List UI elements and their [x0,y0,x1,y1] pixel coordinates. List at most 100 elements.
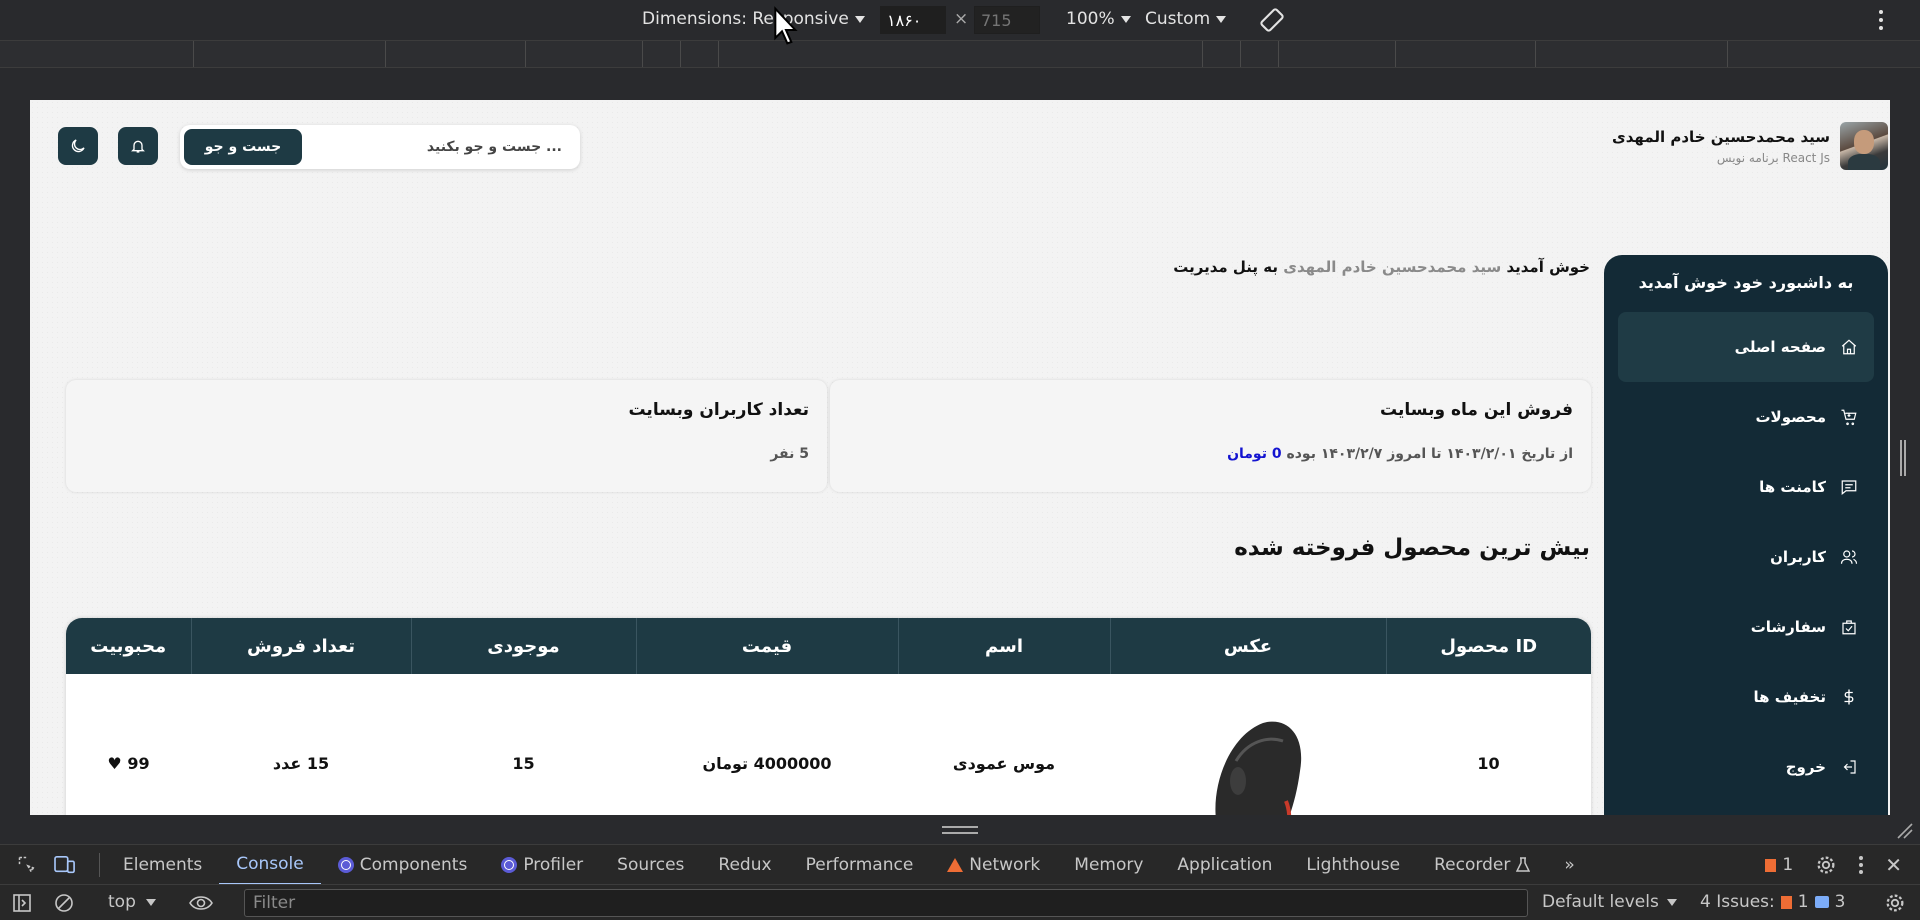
dollar-icon [1844,689,1854,705]
welcome-name: سید محمدحسین خادم المهدی [1283,258,1502,276]
sales-amount: 0 تومان [1227,446,1282,462]
table-header-row: ID محصول عکس اسم قیمت موجودی تعداد فروش … [66,618,1591,674]
times-icon: × [954,9,969,29]
users-icon [1840,550,1858,564]
sidebar-item-products[interactable]: محصولات [1618,382,1874,452]
search-button[interactable]: جست و جو [184,129,302,165]
caret-down-icon [854,15,865,23]
throttle-label: Custom [1145,9,1211,29]
sidebar-item-discounts[interactable]: تخفیف ها [1618,662,1874,732]
search-input[interactable] [302,129,580,165]
zoom-dropdown[interactable]: 100% [1066,9,1131,29]
caret-down-icon [1120,15,1131,23]
user-profile[interactable]: سید محمدحسین خادم المهدی برنامه نویس Rea… [1612,122,1888,170]
sales-card-text: از تاریخ ۱۴۰۳/۲/۰۱ تا امروز ۱۴۰۳/۲/۷ بود… [848,446,1573,462]
sidebar-toggle-icon[interactable] [12,893,32,913]
users-card-value: 5 نفر [770,446,809,462]
tab-recorder[interactable]: Recorder [1417,845,1547,885]
product-image-cell [1110,674,1386,815]
caret-down-icon [145,898,156,906]
context-selector[interactable]: top [108,892,156,912]
tab-lighthouse[interactable]: Lighthouse [1289,845,1417,885]
tab-application[interactable]: Application [1160,845,1289,885]
tab-memory[interactable]: Memory [1057,845,1160,885]
user-role: برنامه نویس React Js [1716,150,1830,165]
sidebar-item-label: خروج [1785,758,1826,776]
tab-network[interactable]: Network [930,845,1057,885]
sidebar-item-logout[interactable]: خروج [1618,732,1874,802]
console-toolbar: top Default levels 4 Issues: 1 3 [0,884,1920,920]
height-input[interactable] [974,6,1040,34]
caret-down-icon [1666,898,1677,906]
console-filter-input[interactable] [244,889,1528,917]
resize-corner-icon[interactable] [1894,820,1914,840]
tab-components[interactable]: Components [321,845,485,885]
cart-icon [1841,409,1857,426]
caret-down-icon [1216,15,1227,23]
sidebar-item-orders[interactable]: سفارشات [1618,592,1874,662]
console-settings-gear-icon[interactable] [1884,892,1906,914]
table-row[interactable]: 10 موس عمودی 4000000 تومان 15 15 عدد 99 … [66,674,1591,815]
warning-badge[interactable]: 1 [1765,855,1793,875]
info-icon [1814,896,1829,908]
throttle-dropdown[interactable]: Custom [1145,9,1227,29]
sidebar-title: به داشبورد خود خوش آمدید [1638,273,1854,292]
device-toggle-icon[interactable] [54,845,93,885]
bag-icon [1842,620,1856,635]
tab-profiler[interactable]: Profiler [484,845,600,885]
sales-card: فروش این ماه وبسایت از تاریخ ۱۴۰۳/۲/۰۱ ت… [830,380,1591,492]
inspect-element-icon[interactable] [0,845,54,885]
flag-icon [1765,858,1777,872]
issues-info-count: 3 [1834,892,1846,912]
clear-console-icon[interactable] [54,893,74,913]
sidebar-item-users[interactable]: کاربران [1618,522,1874,592]
tab-sources[interactable]: Sources [600,845,701,885]
sidebar-item-label: تخفیف ها [1753,688,1826,706]
sidebar-item-comments[interactable]: کامنت ها [1618,452,1874,522]
close-icon[interactable]: ✕ [1885,853,1902,877]
section-title: بیش ترین محصول فروخته شده [1234,535,1590,561]
zoom-label: 100% [1066,9,1115,29]
devtools-splitter[interactable] [0,816,1920,844]
viewport-resize-handle[interactable] [1900,440,1906,476]
top-products-table: ID محصول عکس اسم قیمت موجودی تعداد فروش … [66,618,1591,815]
warning-count: 1 [1782,855,1794,875]
tab-redux[interactable]: Redux [701,845,788,885]
dimensions-label: Dimensions: Responsive [642,9,849,29]
dimensions-dropdown[interactable]: Dimensions: Responsive [642,9,865,29]
settings-gear-icon[interactable] [1815,854,1837,876]
product-stock: 15 [512,753,535,773]
table-header-cell: ID محصول [1385,618,1591,674]
tab-label: Profiler [523,854,584,875]
issues-counter[interactable]: 4 Issues: 1 3 [1700,892,1845,912]
more-options-icon[interactable] [1878,8,1884,32]
media-query-ruler [0,40,1920,68]
logout-icon [1843,760,1856,774]
sidebar-item-home[interactable]: صفحه اصلی [1618,312,1874,382]
devtools-menu-icon[interactable] [1859,856,1864,874]
table-header-cell: عکس [1109,618,1386,674]
eye-icon[interactable] [188,893,214,913]
sales-card-title: فروش این ماه وبسایت [1380,400,1573,420]
log-levels-dropdown[interactable]: Default levels [1542,892,1677,912]
issues-warning-count: 1 [1797,892,1809,912]
issues-label: 4 Issues: [1700,892,1775,912]
rotate-icon[interactable] [1258,6,1286,34]
table-header-cell: موجودی [410,618,636,674]
notifications-button[interactable] [118,127,158,165]
dark-mode-button[interactable] [58,127,98,165]
drag-handle-icon[interactable] [942,826,978,834]
table-header-cell: محبوبیت [90,635,167,657]
table-header-cell: قیمت [635,618,898,674]
moon-icon [71,139,85,153]
width-input[interactable] [880,6,946,34]
welcome-prefix: خوش آمدید [1506,258,1590,276]
avatar[interactable] [1840,122,1888,170]
tab-elements[interactable]: Elements [106,845,219,885]
product-sold: 15 عدد [272,753,330,773]
sidebar-item-label: سفارشات [1750,618,1826,636]
more-tabs-icon[interactable]: » [1547,845,1591,885]
tab-console[interactable]: Console [219,845,321,885]
tab-label: Network [969,854,1041,875]
tab-performance[interactable]: Performance [789,845,931,885]
